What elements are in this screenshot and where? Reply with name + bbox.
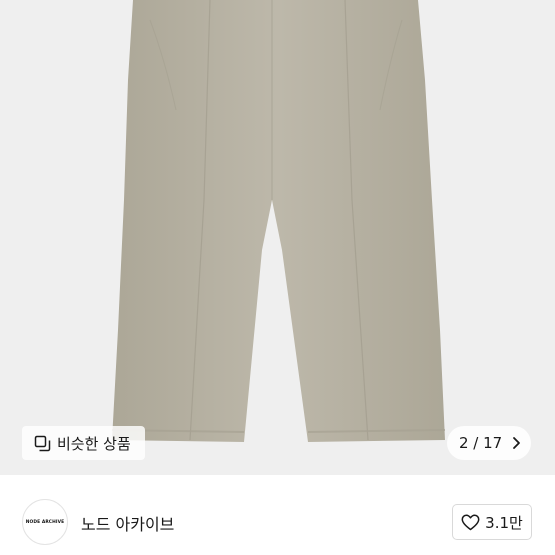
seller-avatar[interactable]: NODE ARCHIVE <box>22 499 68 545</box>
gallery-counter-button[interactable]: 2 / 17 <box>447 426 531 460</box>
pants-illustration <box>111 0 446 442</box>
chevron-right-icon <box>513 437 520 449</box>
seller-name[interactable]: 노드 아카이브 <box>81 511 174 535</box>
heart-outline-icon <box>461 514 480 530</box>
like-button[interactable]: 3.1만 <box>452 504 532 540</box>
similar-products-label: 비슷한 상품 <box>57 434 131 453</box>
similar-products-button[interactable]: 비슷한 상품 <box>22 426 145 460</box>
gallery-counter: 2 / 17 <box>459 434 503 452</box>
product-photo[interactable] <box>0 0 555 475</box>
seller-logo-text: NODE ARCHIVE <box>25 519 65 525</box>
seller-bar: NODE ARCHIVE 노드 아카이브 3.1만 <box>0 475 555 555</box>
similar-squares-icon <box>34 435 51 451</box>
like-count: 3.1만 <box>485 513 523 532</box>
